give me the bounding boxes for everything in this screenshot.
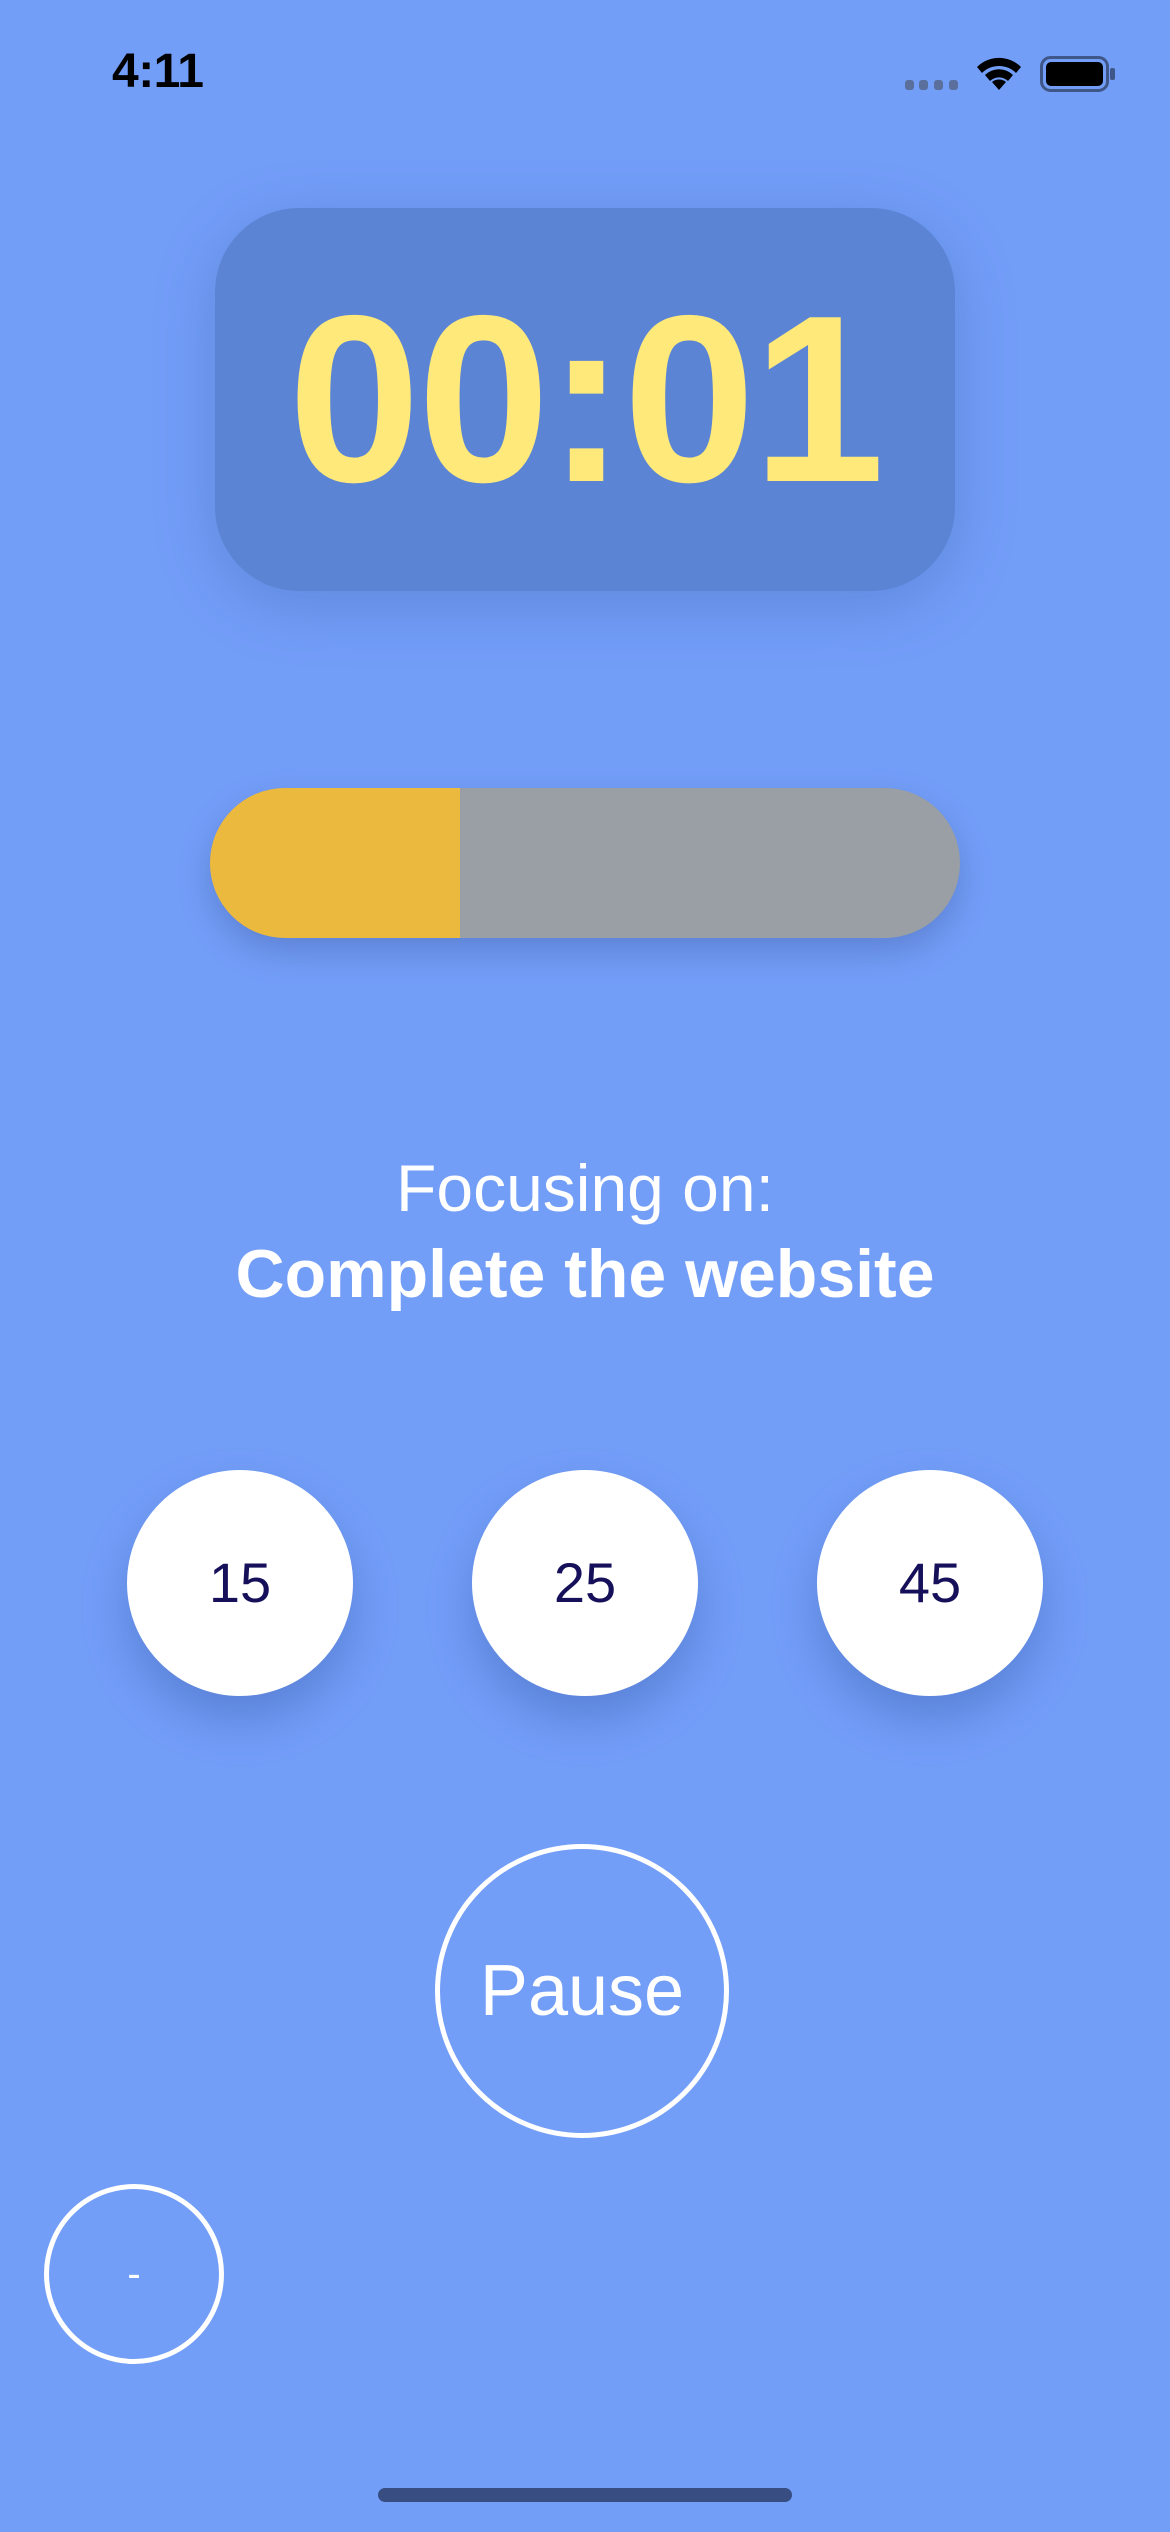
timer-display-card: 00:01 — [215, 208, 955, 591]
timer-countdown: 00:01 — [288, 267, 885, 532]
battery-icon — [1040, 56, 1115, 92]
progress-bar — [210, 788, 960, 938]
status-time: 4:11 — [112, 45, 204, 98]
preset-15-button[interactable]: 15 — [127, 1470, 353, 1696]
preset-25-button[interactable]: 25 — [472, 1470, 698, 1696]
progress-bar-fill — [210, 788, 460, 938]
focus-label: Focusing on: — [396, 1151, 774, 1225]
pause-button[interactable]: Pause — [435, 1844, 729, 2138]
focus-task-title: Complete the website — [235, 1236, 935, 1312]
preset-45-button[interactable]: 45 — [817, 1470, 1043, 1696]
wifi-icon — [977, 57, 1021, 90]
home-indicator[interactable] — [378, 2488, 792, 2502]
status-bar: 4:11 — [0, 0, 1170, 140]
cellular-icon — [905, 80, 958, 90]
minus-button[interactable]: - — [44, 2184, 224, 2364]
